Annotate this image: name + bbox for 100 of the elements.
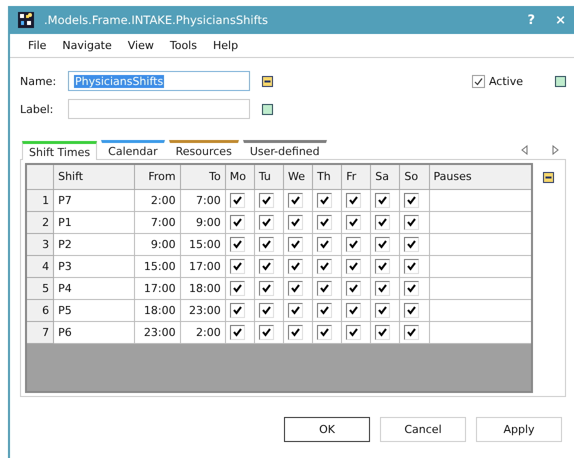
day-checkbox[interactable] — [258, 214, 274, 230]
column-header[interactable]: From — [134, 165, 180, 189]
day-checkbox[interactable] — [404, 258, 420, 274]
table-cell: P6 — [54, 321, 135, 343]
row-number[interactable]: 6 — [27, 299, 54, 321]
menu-item[interactable]: Tools — [170, 39, 197, 52]
row-number[interactable]: 5 — [27, 277, 54, 299]
day-checkbox[interactable] — [258, 324, 274, 340]
column-header[interactable]: Fr — [342, 165, 371, 189]
menu-item[interactable]: Help — [212, 39, 238, 52]
day-checkbox[interactable] — [230, 192, 245, 208]
day-checkbox[interactable] — [404, 192, 420, 208]
table-cell: 17:00 — [180, 255, 226, 277]
day-checkbox[interactable] — [258, 258, 274, 274]
row-number[interactable]: 7 — [27, 321, 54, 343]
day-checkbox[interactable] — [288, 214, 303, 230]
table-cell: 7:00 — [134, 211, 180, 233]
day-checkbox[interactable] — [404, 236, 420, 252]
day-checkbox[interactable] — [258, 236, 274, 252]
column-header[interactable]: We — [283, 165, 313, 189]
row-number[interactable]: 1 — [27, 189, 54, 211]
day-checkbox[interactable] — [346, 214, 362, 230]
square-icon[interactable] — [262, 104, 273, 114]
active-checkbox[interactable] — [472, 74, 485, 88]
day-checkbox[interactable] — [258, 192, 274, 208]
day-checkbox[interactable] — [288, 258, 303, 274]
column-header[interactable]: Th — [312, 165, 342, 189]
day-checkbox[interactable] — [317, 302, 332, 318]
column-header[interactable]: Mo — [225, 165, 254, 189]
checkbox-label: Active — [488, 74, 523, 88]
label-field[interactable] — [68, 99, 250, 119]
dialog-button[interactable]: OK — [284, 417, 370, 442]
day-checkbox[interactable] — [317, 214, 332, 230]
day-checkbox[interactable] — [230, 214, 245, 230]
day-checkbox[interactable] — [317, 280, 332, 296]
day-checkbox[interactable] — [230, 258, 245, 274]
day-checkbox[interactable] — [375, 214, 390, 230]
tab[interactable]: Shift Times — [22, 141, 98, 160]
row-number[interactable]: 4 — [27, 255, 54, 277]
column-header[interactable]: Sa — [370, 165, 400, 189]
day-checkbox[interactable] — [375, 236, 390, 252]
day-checkbox[interactable] — [230, 280, 245, 296]
table-cell: P4 — [54, 277, 135, 299]
row-number[interactable]: 2 — [27, 211, 54, 233]
day-checkbox[interactable] — [404, 214, 420, 230]
table-cell: 7:00 — [180, 189, 226, 211]
table-cell: 9:00 — [180, 211, 226, 233]
day-checkbox[interactable] — [288, 280, 303, 296]
menu-item[interactable]: Navigate — [62, 39, 112, 52]
scroll-right-icon[interactable] — [550, 145, 560, 155]
day-checkbox[interactable] — [288, 302, 303, 318]
table-cell: P3 — [54, 255, 135, 277]
day-checkbox[interactable] — [404, 302, 420, 318]
tab[interactable]: Calendar — [101, 140, 165, 159]
menu-item[interactable]: View — [128, 39, 154, 52]
scroll-left-icon[interactable] — [520, 145, 530, 155]
table-cell: 18:00 — [134, 299, 180, 321]
day-checkbox[interactable] — [346, 236, 362, 252]
day-checkbox[interactable] — [375, 324, 390, 340]
minus-icon[interactable] — [262, 76, 273, 86]
table-cell: 23:00 — [134, 321, 180, 343]
day-checkbox[interactable] — [288, 192, 303, 208]
day-checkbox[interactable] — [288, 236, 303, 252]
day-checkbox[interactable] — [230, 324, 245, 340]
day-checkbox[interactable] — [346, 258, 362, 274]
dialog-button[interactable]: Cancel — [380, 417, 466, 442]
table-cell: P5 — [54, 299, 135, 321]
column-header[interactable]: Pauses — [429, 165, 531, 189]
day-checkbox[interactable] — [317, 258, 332, 274]
day-checkbox[interactable] — [317, 324, 332, 340]
dialog-button[interactable]: Apply — [476, 417, 562, 442]
day-checkbox[interactable] — [346, 324, 362, 340]
day-checkbox[interactable] — [375, 192, 390, 208]
row-number[interactable]: 3 — [27, 233, 54, 255]
day-checkbox[interactable] — [346, 302, 362, 318]
day-checkbox[interactable] — [404, 324, 420, 340]
day-checkbox[interactable] — [288, 324, 303, 340]
day-checkbox[interactable] — [375, 258, 390, 274]
day-checkbox[interactable] — [258, 302, 274, 318]
day-checkbox[interactable] — [375, 302, 390, 318]
column-header[interactable]: Tu — [254, 165, 284, 189]
day-checkbox[interactable] — [230, 302, 245, 318]
tab[interactable]: User-defined — [242, 140, 327, 159]
column-header[interactable]: To — [180, 165, 226, 189]
menu-item[interactable]: File — [28, 39, 46, 52]
day-checkbox[interactable] — [317, 192, 332, 208]
day-checkbox[interactable] — [230, 236, 245, 252]
day-checkbox[interactable] — [317, 236, 332, 252]
column-header[interactable]: Shift — [54, 165, 135, 189]
table-cell: 2:00 — [134, 189, 180, 211]
square-icon[interactable] — [555, 76, 566, 86]
day-checkbox[interactable] — [404, 280, 420, 296]
day-checkbox[interactable] — [346, 192, 362, 208]
table-cell: 15:00 — [134, 255, 180, 277]
day-checkbox[interactable] — [375, 280, 390, 296]
day-checkbox[interactable] — [346, 280, 362, 296]
column-header[interactable]: So — [400, 165, 430, 189]
day-checkbox[interactable] — [258, 280, 274, 296]
minus-icon[interactable] — [543, 172, 554, 183]
tab[interactable]: Resources — [168, 140, 239, 159]
